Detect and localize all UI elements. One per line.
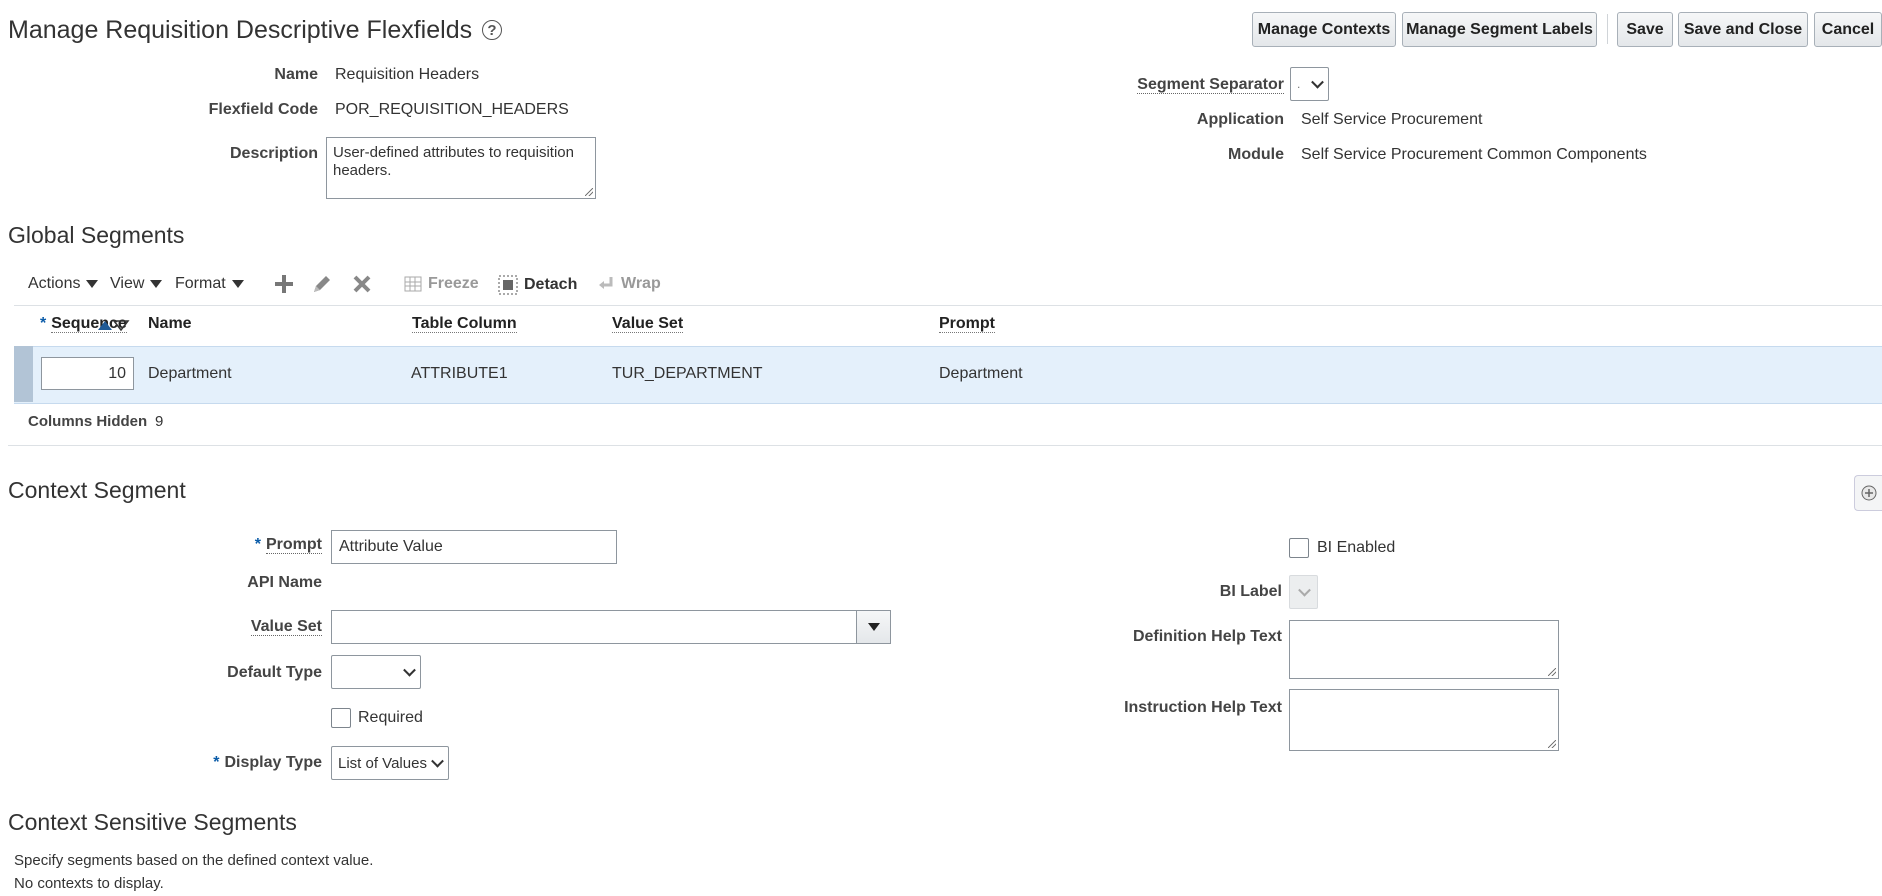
- chevron-down-icon: [1311, 75, 1324, 89]
- display-type-select[interactable]: List of Values: [331, 746, 449, 780]
- flexfield-code-value: POR_REQUISITION_HEADERS: [335, 101, 569, 118]
- segment-separator-value: .: [1297, 77, 1301, 91]
- detach-button[interactable]: Detach: [498, 275, 577, 295]
- no-contexts-message: No contexts to display.: [14, 875, 164, 892]
- context-sensitive-instructions: Specify segments based on the defined co…: [14, 852, 374, 869]
- wrap-icon: [599, 277, 613, 289]
- row-value-set-cell: TUR_DEPARTMENT: [612, 365, 763, 382]
- column-header-prompt[interactable]: Prompt: [939, 315, 995, 333]
- sort-icon[interactable]: [96, 318, 130, 332]
- resize-handle-icon[interactable]: [1548, 668, 1556, 676]
- module-value: Self Service Procurement Common Componen…: [1301, 146, 1647, 163]
- cancel-button[interactable]: Cancel: [1814, 12, 1882, 47]
- value-set-input[interactable]: [331, 610, 857, 644]
- column-header-value-set[interactable]: Value Set: [612, 315, 684, 333]
- prompt-label: * Prompt: [254, 536, 322, 554]
- dropdown-arrow-icon: [867, 623, 880, 631]
- manage-contexts-button[interactable]: Manage Contexts: [1252, 12, 1396, 47]
- column-header-sequence[interactable]: * Sequence: [40, 315, 130, 333]
- wrap-button[interactable]: Wrap: [597, 275, 661, 293]
- name-value: Requisition Headers: [335, 66, 480, 83]
- module-label: Module: [1228, 146, 1284, 163]
- name-label: Name: [274, 66, 318, 83]
- description-label: Description: [229, 145, 318, 162]
- description-textarea[interactable]: User-defined attributes to requisition h…: [326, 137, 596, 199]
- context-segment-title: Context Segment: [8, 477, 186, 503]
- chevron-down-icon: [403, 663, 416, 677]
- bi-label-select[interactable]: [1289, 575, 1318, 609]
- actions-menu[interactable]: Actions: [28, 275, 99, 293]
- sequence-input[interactable]: 10: [41, 357, 134, 390]
- column-header-name[interactable]: Name: [148, 315, 192, 333]
- resize-handle-icon[interactable]: [1548, 740, 1556, 748]
- section-divider: [8, 445, 1882, 446]
- delete-icon[interactable]: [352, 274, 372, 298]
- definition-help-text-label: Definition Help Text: [1132, 628, 1282, 645]
- save-and-close-button[interactable]: Save and Close: [1678, 12, 1808, 47]
- row-prompt-cell: Department: [939, 365, 1023, 382]
- bi-enabled-checkbox[interactable]: [1289, 538, 1309, 558]
- pencil-icon[interactable]: [311, 273, 333, 299]
- application-label: Application: [1196, 111, 1284, 128]
- menu-arrow-icon: [150, 280, 163, 288]
- chevron-down-icon: [431, 754, 444, 768]
- manage-segment-labels-button[interactable]: Manage Segment Labels: [1402, 12, 1597, 47]
- default-type-label: Default Type: [227, 664, 322, 681]
- format-menu[interactable]: Format: [175, 275, 244, 293]
- columns-hidden-value: 9: [155, 413, 164, 430]
- segment-separator-label: Segment Separator: [1137, 76, 1284, 94]
- toolbar-divider: [1607, 14, 1608, 44]
- bi-enabled-label: BI Enabled: [1317, 539, 1396, 556]
- sequence-value: 10: [108, 364, 126, 382]
- row-selected-indicator: [14, 346, 33, 402]
- chevron-down-icon: [1298, 583, 1311, 597]
- display-type-label: * Display Type: [213, 754, 322, 771]
- default-type-select[interactable]: [331, 655, 421, 689]
- instruction-help-text-label: Instruction Help Text: [1124, 699, 1282, 716]
- resize-handle-icon[interactable]: [585, 188, 593, 196]
- required-label: Required: [358, 709, 423, 726]
- freeze-button[interactable]: Freeze: [404, 275, 479, 293]
- columns-hidden-label: Columns Hidden: [28, 413, 148, 430]
- help-icon[interactable]: ?: [482, 20, 502, 40]
- save-button[interactable]: Save: [1617, 12, 1673, 47]
- table-top-border: [14, 305, 1882, 306]
- value-set-label: Value Set: [250, 618, 322, 636]
- context-sensitive-segments-title: Context Sensitive Segments: [8, 809, 297, 835]
- definition-help-text-textarea[interactable]: [1289, 620, 1559, 679]
- view-menu[interactable]: View: [110, 275, 163, 293]
- description-text: User-defined attributes to requisition h…: [333, 144, 574, 179]
- prompt-input-value: Attribute Value: [339, 538, 443, 555]
- required-checkbox[interactable]: [331, 708, 351, 728]
- page-title: Manage Requisition Descriptive Flexfield…: [8, 16, 473, 44]
- global-segments-title: Global Segments: [8, 222, 185, 248]
- row-table-column-cell: ATTRIBUTE1: [411, 365, 508, 382]
- value-set-dropdown-button[interactable]: [856, 610, 891, 644]
- plus-icon[interactable]: [274, 274, 294, 298]
- instruction-help-text-textarea[interactable]: [1289, 689, 1559, 751]
- menu-arrow-icon: [86, 280, 99, 288]
- collapse-panel-icon[interactable]: [1854, 475, 1882, 511]
- bi-label-label: BI Label: [1219, 583, 1282, 600]
- freeze-icon: [404, 276, 422, 292]
- detach-icon: [498, 275, 518, 295]
- segment-separator-select[interactable]: .: [1290, 67, 1329, 101]
- flexfield-code-label: Flexfield Code: [208, 101, 318, 118]
- application-value: Self Service Procurement: [1301, 111, 1483, 128]
- prompt-input[interactable]: Attribute Value: [331, 530, 617, 564]
- api-name-label: API Name: [247, 574, 322, 591]
- row-name-cell: Department: [148, 365, 232, 382]
- menu-arrow-icon: [231, 280, 244, 288]
- column-header-table-column[interactable]: Table Column: [412, 315, 517, 333]
